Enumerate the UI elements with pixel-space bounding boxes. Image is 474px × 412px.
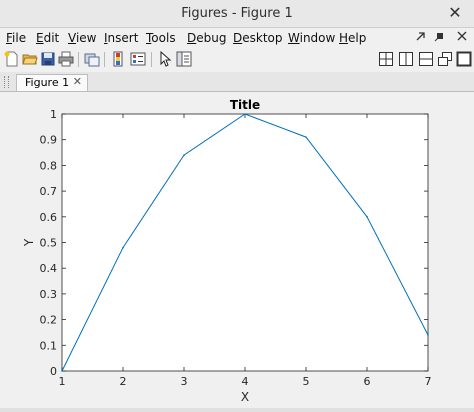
chart-svg: 1 2 3 4 5 6 7 0 0.1 0.2 0.3 0.4 0.5 0.6 0.7 0.8 0.9 1 Titl… xyxy=(22,98,432,404)
pointer-icon[interactable] xyxy=(157,50,173,67)
menu-file[interactable]: File xyxy=(6,31,26,45)
y-tick-label: 0.3 xyxy=(40,288,58,301)
menu-view[interactable]: View xyxy=(68,31,96,45)
y-tick-label: 0.7 xyxy=(40,185,58,198)
x-tick-label: 1 xyxy=(59,375,66,388)
toolbar-separator xyxy=(151,52,152,67)
window-close-icon[interactable]: ✕ xyxy=(446,4,464,22)
dock-arrow-icon[interactable] xyxy=(414,30,428,44)
x-tick-label: 4 xyxy=(242,375,249,388)
y-tick-label: 1 xyxy=(50,108,57,121)
legend-icon[interactable] xyxy=(130,51,146,67)
menu-edit[interactable]: Edit xyxy=(36,31,59,45)
chart-title: Title xyxy=(230,98,260,112)
open-file-icon[interactable] xyxy=(22,51,38,67)
close-pane-icon[interactable] xyxy=(455,30,469,44)
link-plot-icon[interactable] xyxy=(84,51,100,67)
print-icon[interactable] xyxy=(58,51,74,67)
save-icon[interactable] xyxy=(40,51,56,67)
window-titlebar: Figures - Figure 1 ✕ xyxy=(0,0,474,28)
data-point xyxy=(244,113,246,115)
y-tick-label: 0 xyxy=(50,365,57,378)
left-right-layout-icon[interactable] xyxy=(398,51,414,67)
property-inspector-icon[interactable] xyxy=(176,51,192,67)
y-tick-label: 0.9 xyxy=(40,134,58,147)
y-tick-label: 0.8 xyxy=(40,159,58,172)
window-bottom-edge xyxy=(0,408,474,412)
menu-tools[interactable]: Tools xyxy=(146,31,176,45)
top-bottom-layout-icon[interactable] xyxy=(418,51,434,67)
toolbar-separator xyxy=(78,52,79,67)
y-tick-label: 0.5 xyxy=(40,237,58,250)
x-tick-label: 3 xyxy=(181,375,188,388)
x-tick-label: 2 xyxy=(120,375,127,388)
y-tick-label: 0.1 xyxy=(40,339,58,352)
data-point xyxy=(61,370,63,372)
tab-figure-1[interactable]: Figure 1 ✕ xyxy=(16,74,88,91)
tile-layout-icon[interactable] xyxy=(378,51,394,67)
menu-bar: File Edit View Insert Tools Debug Deskto… xyxy=(0,28,474,48)
x-tick-label: 6 xyxy=(364,375,371,388)
data-point xyxy=(427,334,429,336)
x-tick-label: 7 xyxy=(425,375,432,388)
y-tick-label: 0.4 xyxy=(40,262,58,275)
toolbar-separator xyxy=(104,52,105,67)
new-figure-icon[interactable] xyxy=(4,51,20,67)
figure-canvas: 1 2 3 4 5 6 7 0 0.1 0.2 0.3 0.4 0.5 0.6 0.7 0.8 0.9 1 Titl… xyxy=(0,92,474,408)
colorbar-icon[interactable] xyxy=(110,51,126,67)
data-point xyxy=(122,246,124,249)
y-axis-label: Y xyxy=(22,238,36,247)
figure-tab-strip: Figure 1 ✕ xyxy=(0,72,474,92)
minimize-pane-icon[interactable] xyxy=(433,30,447,44)
menu-window[interactable]: Window xyxy=(288,31,335,45)
data-point xyxy=(305,136,307,138)
maximize-layout-icon[interactable] xyxy=(456,51,472,67)
data-point xyxy=(183,154,185,156)
float-layout-icon[interactable] xyxy=(437,51,453,67)
window-title: Figures - Figure 1 xyxy=(181,6,293,21)
drag-grip[interactable] xyxy=(4,76,9,88)
menu-desktop[interactable]: Desktop xyxy=(233,31,283,45)
tab-close-icon[interactable]: ✕ xyxy=(73,75,82,88)
plot-area[interactable] xyxy=(61,113,429,372)
y-tick-label: 0.2 xyxy=(40,314,58,327)
tab-label: Figure 1 xyxy=(25,76,70,89)
y-tick-label: 0.6 xyxy=(40,211,58,224)
menu-insert[interactable]: Insert xyxy=(104,31,138,45)
figure-toolbar xyxy=(0,48,474,73)
x-tick-label: 5 xyxy=(303,375,310,388)
data-point xyxy=(366,216,368,218)
menu-help[interactable]: Help xyxy=(339,31,366,45)
x-axis-label: X xyxy=(241,390,249,404)
menu-debug[interactable]: Debug xyxy=(187,31,226,45)
